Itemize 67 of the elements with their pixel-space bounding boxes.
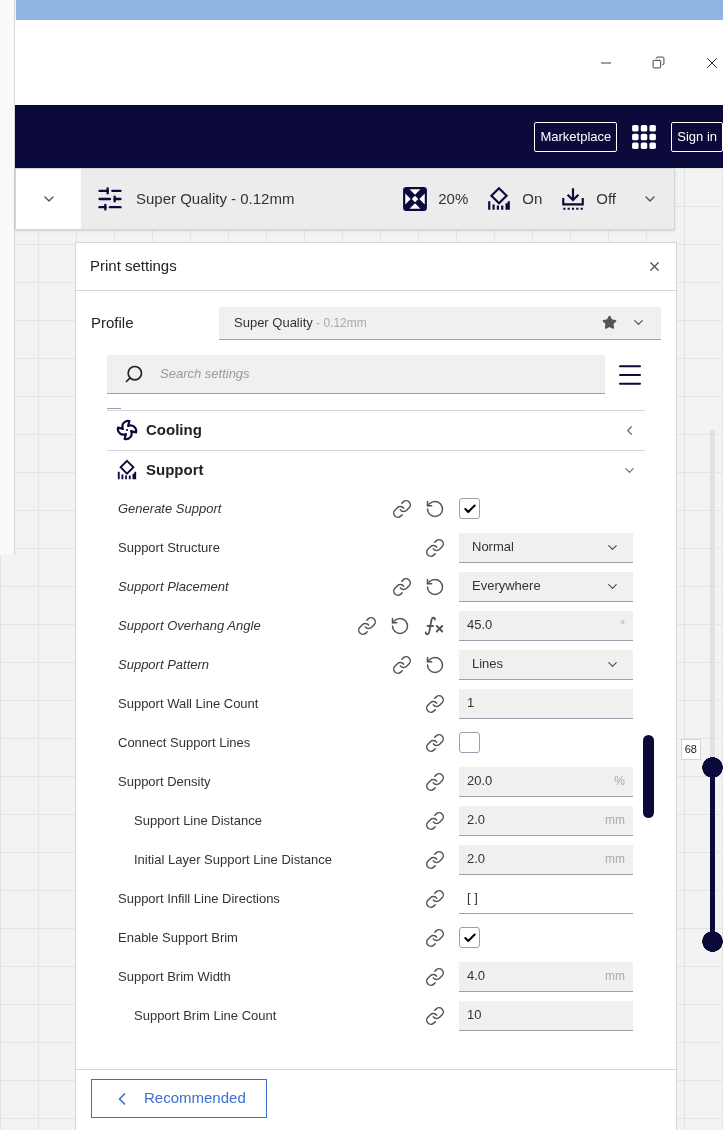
setting-label: Support Structure — [117, 538, 221, 557]
link-icon[interactable] — [425, 966, 445, 987]
setting-label: Support Wall Line Count — [117, 694, 260, 713]
recommended-button[interactable]: Recommended — [91, 1079, 267, 1118]
input-field[interactable]: 2.0 mm — [459, 805, 633, 836]
category-header[interactable]: Cooling — [107, 410, 645, 449]
layer-slider-range[interactable] — [702, 756, 723, 952]
link-icon[interactable] — [392, 498, 412, 519]
check-icon — [462, 930, 477, 945]
dropdown-field[interactable]: Lines — [459, 649, 633, 680]
setting-label: Support Pattern — [117, 655, 211, 674]
link-icon[interactable] — [425, 927, 445, 948]
dropdown-field[interactable]: Normal — [459, 532, 633, 563]
link-icon[interactable] — [425, 810, 445, 831]
setting-label: Support Brim Width — [117, 967, 232, 986]
checkbox[interactable] — [459, 498, 480, 519]
setting-label: Generate Support — [117, 499, 223, 518]
setting-label: Support Density — [117, 772, 212, 791]
link-icon[interactable] — [425, 732, 445, 753]
reset-icon[interactable] — [425, 654, 445, 675]
support-icon — [116, 459, 138, 481]
input-field[interactable]: 45.0 ° — [459, 610, 633, 641]
setting-label: Support Overhang Angle — [117, 616, 262, 635]
scrollbar-thumb[interactable] — [643, 735, 654, 818]
link-icon[interactable] — [357, 615, 377, 636]
check-icon — [462, 501, 477, 516]
panel-title: Print settings — [90, 256, 177, 277]
dropdown-field[interactable]: Everywhere — [459, 571, 633, 602]
apps-grid-icon[interactable] — [631, 123, 658, 150]
setting-label: Support Infill Line Directions — [117, 889, 281, 908]
function-icon[interactable] — [423, 614, 445, 637]
setting-label: Support Brim Line Count — [133, 1006, 278, 1025]
reset-icon[interactable] — [390, 615, 410, 636]
link-icon[interactable] — [425, 537, 445, 558]
link-icon[interactable] — [425, 1005, 445, 1026]
star-icon[interactable] — [602, 315, 617, 330]
input-field[interactable]: 2.0 mm — [459, 844, 633, 875]
restore-icon[interactable] — [652, 56, 665, 69]
input-field[interactable]: 20.0 % — [459, 766, 633, 797]
setting-label: Enable Support Brim — [117, 928, 239, 947]
setting-label: Connect Support Lines — [117, 733, 252, 752]
reset-icon[interactable] — [425, 576, 445, 597]
search-icon — [124, 364, 144, 384]
checkbox[interactable] — [459, 732, 480, 753]
fan-icon — [116, 419, 138, 441]
link-icon[interactable] — [392, 576, 412, 597]
input-field[interactable]: 1 — [459, 688, 633, 719]
reset-icon[interactable] — [425, 498, 445, 519]
link-icon[interactable] — [425, 849, 445, 870]
input-field[interactable]: 10 — [459, 1000, 633, 1031]
setting-label: Support Line Distance — [133, 811, 263, 830]
link-icon[interactable] — [425, 888, 445, 909]
header-button[interactable]: Marketplace — [534, 121, 618, 152]
input-field[interactable]: 4.0 mm — [459, 961, 633, 992]
profile-label: Profile — [91, 312, 135, 333]
header-button[interactable]: Sign in — [671, 121, 723, 152]
profile-dropdown[interactable]: Super Quality - 0.12mm — [219, 306, 661, 340]
checkbox[interactable] — [459, 927, 480, 948]
close-icon[interactable] — [647, 259, 662, 274]
link-icon[interactable] — [425, 771, 445, 792]
setting-label: Initial Layer Support Line Distance — [133, 850, 333, 869]
layer-number: 68 — [680, 739, 701, 760]
category-header[interactable]: Support — [107, 450, 645, 489]
input-field[interactable]: [ ] — [459, 883, 633, 914]
link-icon[interactable] — [425, 693, 445, 714]
setting-label: Support Placement — [117, 577, 230, 596]
link-icon[interactable] — [392, 654, 412, 675]
